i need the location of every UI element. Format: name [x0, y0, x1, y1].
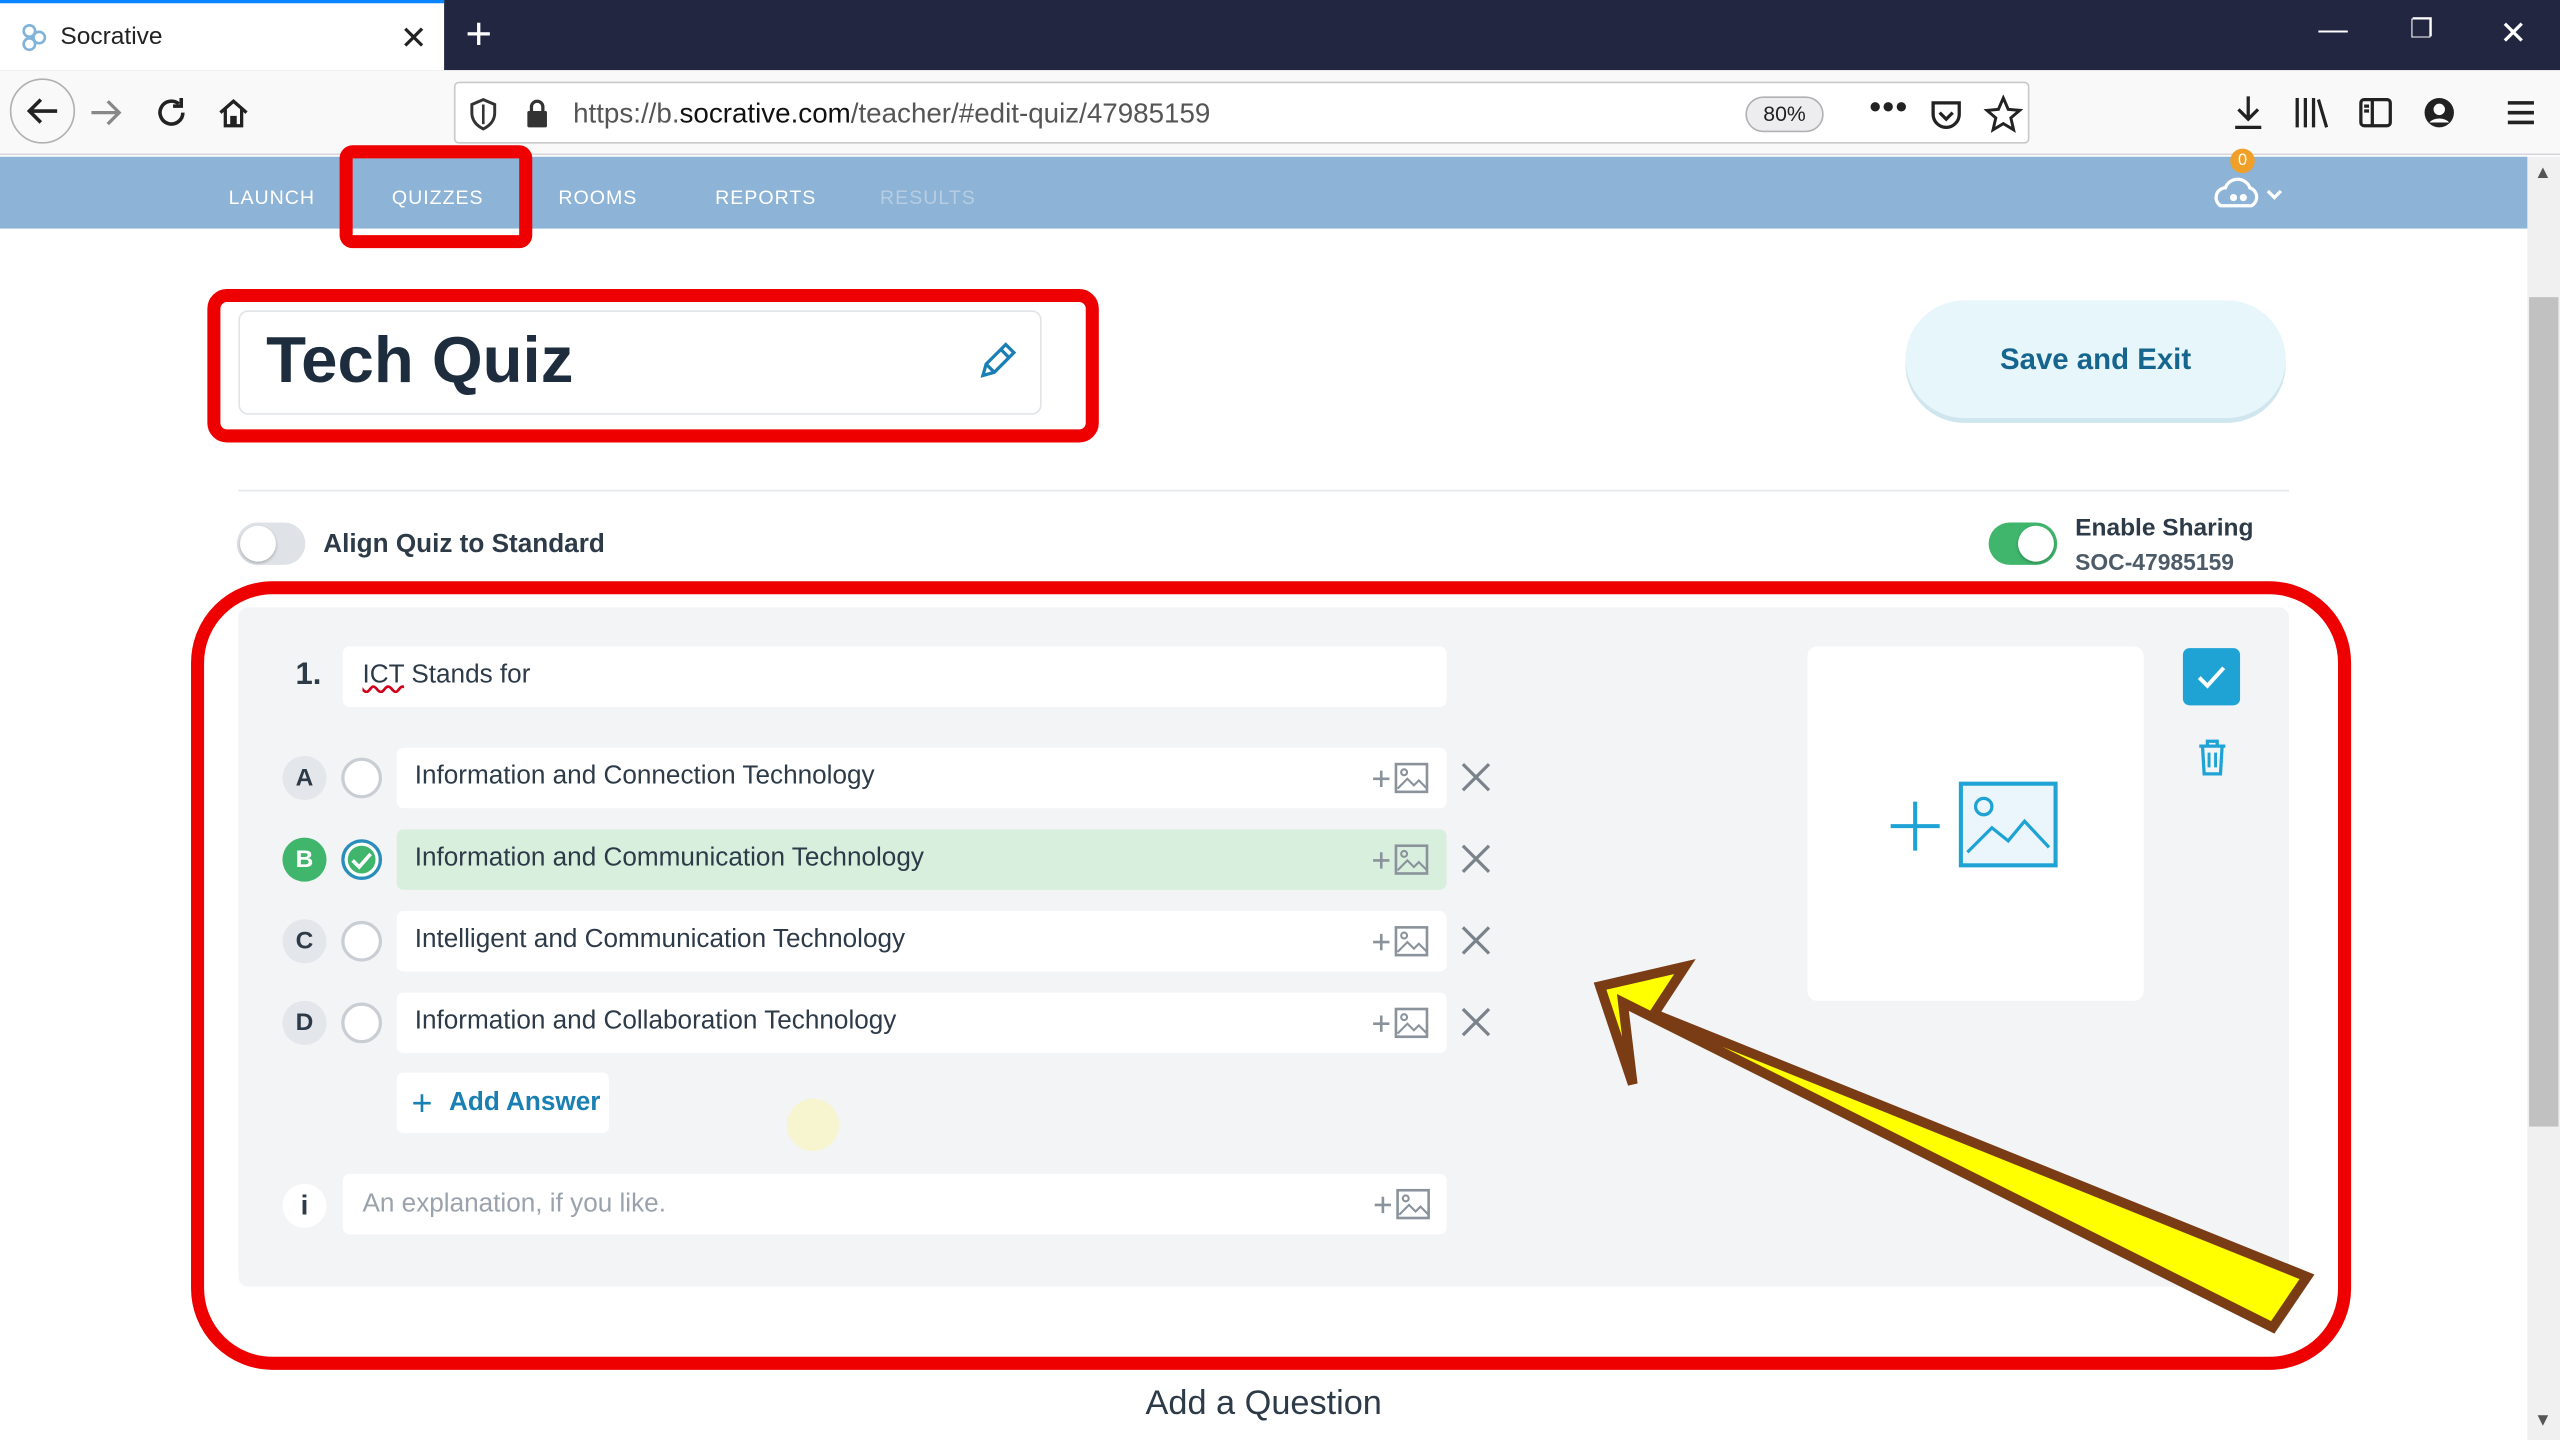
url-bar[interactable]: https://b.socrative.com/teacher/#edit-qu… — [453, 81, 2030, 144]
save-and-exit-button[interactable]: Save and Exit — [1905, 300, 2286, 418]
minimize-icon[interactable]: — — [2318, 13, 2347, 47]
browser-tab-bar: Socrative ✕ + — ❐ ✕ — [0, 0, 2560, 71]
scroll-down-icon[interactable]: ▼ — [2534, 1411, 2552, 1431]
account-icon[interactable] — [2421, 95, 2457, 131]
annotation-highlight-title — [207, 288, 1099, 443]
downloads-icon[interactable] — [2230, 93, 2266, 132]
nav-launch[interactable]: LAUNCH — [229, 186, 315, 209]
new-tab-icon[interactable]: + — [465, 8, 492, 60]
url-path: /teacher/#edit-quiz/47985159 — [850, 97, 1211, 129]
browser-tab[interactable]: Socrative ✕ — [0, 0, 445, 71]
url-host: socrative.com — [679, 97, 851, 129]
back-arrow-icon — [26, 98, 58, 124]
forward-button[interactable] — [78, 85, 134, 141]
forward-arrow-icon — [91, 100, 122, 126]
enable-sharing-label: Enable Sharing — [2075, 514, 2254, 543]
notification-badge: 0 — [2230, 148, 2255, 174]
reload-icon — [158, 97, 185, 126]
menu-icon[interactable] — [2505, 96, 2538, 129]
scroll-up-icon[interactable]: ▲ — [2534, 163, 2552, 183]
lock-icon[interactable] — [524, 98, 550, 131]
url-prefix: https://b. — [573, 97, 680, 129]
browser-toolbar: https://b.socrative.com/teacher/#edit-qu… — [0, 70, 2560, 156]
toggle-knob — [2018, 525, 2054, 562]
add-question-button[interactable]: Add a Question — [0, 1385, 2527, 1424]
sidebar-icon[interactable] — [2358, 95, 2394, 131]
scrollbar-thumb[interactable] — [2529, 297, 2559, 1127]
back-button[interactable] — [9, 78, 76, 144]
cloud-account-icon[interactable] — [2211, 170, 2293, 219]
align-standard-toggle[interactable] — [236, 522, 306, 565]
reload-button[interactable] — [144, 85, 200, 141]
url-text: https://b.socrative.com/teacher/#edit-qu… — [573, 98, 1210, 131]
home-button[interactable] — [206, 85, 262, 141]
pocket-icon[interactable] — [1928, 96, 1964, 132]
toggle-knob — [240, 525, 276, 562]
annotation-highlight-quizzes — [339, 145, 533, 249]
share-code: SOC-47985159 — [2075, 548, 2235, 575]
home-icon — [219, 99, 248, 128]
align-standard-label: Align Quiz to Standard — [323, 530, 605, 559]
bookmark-star-icon[interactable] — [1983, 94, 2023, 134]
enable-sharing-toggle[interactable] — [1988, 522, 2058, 565]
nav-rooms[interactable]: ROOMS — [558, 186, 637, 209]
screenshot-stage: Socrative ✕ + — ❐ ✕ https://b.socrative.… — [0, 0, 2560, 1440]
library-icon[interactable] — [2292, 93, 2331, 132]
socrative-favicon-icon — [22, 24, 47, 52]
nav-results: RESULTS — [880, 186, 976, 209]
shield-icon[interactable] — [469, 97, 498, 131]
annotation-highlight-question — [191, 581, 2352, 1370]
tab-title: Socrative — [60, 22, 163, 51]
nav-reports[interactable]: REPORTS — [715, 186, 816, 209]
window-close-icon[interactable]: ✕ — [2500, 13, 2527, 54]
header-divider — [238, 489, 2290, 492]
zoom-level-badge[interactable]: 80% — [1745, 96, 1824, 133]
restore-icon[interactable]: ❐ — [2410, 13, 2433, 46]
page-actions-icon[interactable]: ••• — [1869, 90, 1908, 128]
tab-close-icon[interactable]: ✕ — [400, 18, 427, 59]
